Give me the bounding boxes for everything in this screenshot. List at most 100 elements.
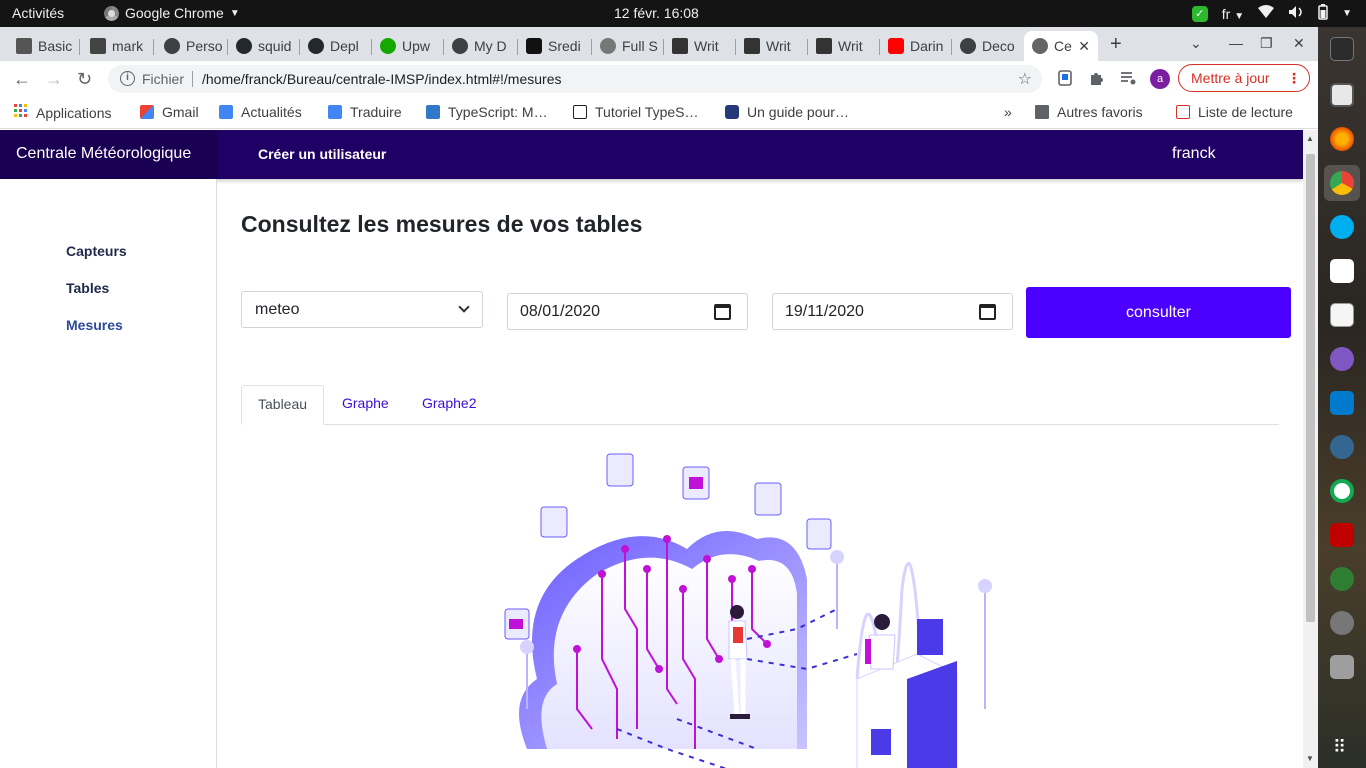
calendar-icon[interactable]: [714, 304, 731, 320]
language-indicator[interactable]: fr ▼: [1222, 6, 1244, 22]
bookmark-apps[interactable]: Applications: [14, 104, 112, 121]
document-app-icon[interactable]: [1330, 303, 1354, 327]
info-icon[interactable]: i: [120, 71, 135, 86]
tab-graphe[interactable]: Graphe: [326, 385, 405, 424]
app-brand[interactable]: Centrale Météorologique: [0, 130, 217, 179]
create-user-link[interactable]: Créer un utilisateur: [258, 146, 386, 162]
bookmark-translate[interactable]: Traduire: [328, 104, 402, 120]
scroll-down-icon[interactable]: ▼: [1306, 754, 1314, 763]
disk-app-icon[interactable]: [1330, 611, 1354, 635]
filezilla-app-icon[interactable]: [1330, 523, 1354, 547]
browser-tab[interactable]: Writ: [664, 31, 736, 61]
system-menu-caret-icon[interactable]: ▼: [1342, 8, 1352, 19]
back-arrow-icon[interactable]: ←: [13, 69, 31, 90]
url-text[interactable]: /home/franck/Bureau/centrale-IMSP/index.…: [202, 71, 562, 87]
date-from-input[interactable]: 08/01/2020: [507, 293, 748, 330]
reading-list[interactable]: Liste de lecture: [1176, 104, 1293, 120]
vscode-app-icon[interactable]: [1330, 391, 1354, 415]
browser-tab[interactable]: mark: [82, 31, 154, 61]
skype-app-icon[interactable]: [1330, 215, 1354, 239]
browser-tab[interactable]: Upw: [372, 31, 444, 61]
show-applications-icon[interactable]: ⠿: [1333, 737, 1346, 758]
new-tab-button[interactable]: +: [1110, 33, 1122, 56]
mongodb-app-icon[interactable]: [1330, 479, 1354, 503]
consult-button[interactable]: consulter: [1026, 287, 1291, 338]
close-tab-icon[interactable]: ✕: [1078, 38, 1090, 55]
bookmark-gmail[interactable]: Gmail: [140, 104, 199, 120]
app-menu-label: Google Chrome: [125, 5, 224, 21]
page-title: Consultez les mesures de vos tables: [241, 211, 643, 237]
user-menu[interactable]: franck: [1172, 145, 1216, 163]
bookmark-label: Un guide pour…: [747, 104, 849, 120]
bookmark-label: TypeScript: M…: [448, 104, 548, 120]
postgres-app-icon[interactable]: [1330, 435, 1354, 459]
firefox-app-icon[interactable]: [1330, 127, 1354, 151]
sidebar-item-capteurs[interactable]: Capteurs: [66, 243, 127, 259]
scroll-up-icon[interactable]: ▲: [1306, 134, 1314, 143]
browser-tab[interactable]: Writ: [808, 31, 880, 61]
other-bookmarks[interactable]: Autres favoris: [1035, 104, 1143, 120]
extension-icon[interactable]: [1056, 69, 1074, 87]
browser-tab[interactable]: Darin: [880, 31, 952, 61]
close-window-icon[interactable]: ✕: [1293, 35, 1305, 52]
tab-label: Writ: [694, 38, 719, 54]
puzzle-icon[interactable]: [1088, 69, 1106, 87]
tab-label: My D: [474, 38, 507, 54]
bookmark-guide[interactable]: Un guide pour…: [725, 104, 849, 120]
update-label: Mettre à jour: [1191, 70, 1270, 86]
scrollbar-thumb[interactable]: [1306, 154, 1315, 622]
tab-label: Ce: [1054, 38, 1072, 54]
profile-avatar[interactable]: a: [1150, 69, 1170, 89]
browser-tab[interactable]: squid: [228, 31, 300, 61]
news-icon: [219, 105, 233, 119]
browser-tab[interactable]: Full S: [592, 31, 664, 61]
tab-tableau[interactable]: Tableau: [241, 385, 325, 425]
page-scrollbar[interactable]: ▲ ▼: [1303, 130, 1318, 768]
terminal-app-icon[interactable]: [1330, 37, 1354, 61]
app-menu[interactable]: Google Chrome ▼: [104, 5, 240, 21]
restore-icon[interactable]: ❐: [1260, 35, 1273, 52]
tab-label: Depl: [330, 38, 359, 54]
chevron-down-icon: [458, 301, 470, 313]
hexagon-icon: [526, 38, 542, 54]
update-chrome-button[interactable]: Mettre à jour ⋮: [1178, 64, 1310, 92]
sidebar-item-mesures[interactable]: Mesures: [66, 317, 123, 333]
table-select[interactable]: meteo: [241, 291, 483, 328]
text-editor-app-icon[interactable]: [1330, 259, 1354, 283]
browser-tab[interactable]: Sredi: [518, 31, 592, 61]
tab-search-icon[interactable]: ⌄: [1190, 35, 1202, 52]
browser-tab[interactable]: Perso: [156, 31, 228, 61]
browser-tab[interactable]: Basic: [8, 31, 80, 61]
activities-button[interactable]: Activités: [12, 5, 64, 21]
web-page: Centrale Météorologique Créer un utilisa…: [0, 130, 1318, 768]
browser-tab[interactable]: My D: [444, 31, 518, 61]
reload-icon[interactable]: ↻: [77, 69, 92, 90]
shield-check-icon[interactable]: ✓: [1191, 5, 1208, 22]
bookmarks-overflow[interactable]: »: [1004, 104, 1012, 120]
calendar-icon[interactable]: [979, 304, 996, 320]
sidebar-item-tables[interactable]: Tables: [66, 280, 109, 296]
address-bar[interactable]: i Fichier /home/franck/Bureau/centrale-I…: [108, 65, 1042, 93]
browser-tab-active[interactable]: Ce ✕: [1024, 31, 1098, 61]
more-vert-icon: ⋮: [1287, 70, 1301, 86]
browser-tab[interactable]: Deco: [952, 31, 1024, 61]
chrome-app-icon[interactable]: [1330, 171, 1354, 195]
drive-app-icon[interactable]: [1330, 655, 1354, 679]
minimize-icon[interactable]: —: [1229, 35, 1243, 51]
tab-graphe2[interactable]: Graphe2: [406, 385, 492, 424]
files-app-icon[interactable]: [1330, 83, 1354, 107]
bookmark-news[interactable]: Actualités: [219, 104, 302, 120]
emacs-app-icon[interactable]: [1330, 347, 1354, 371]
bookmark-tutorial[interactable]: Tutoriel TypeS…: [573, 104, 699, 120]
system-clock[interactable]: 12 févr. 16:08: [614, 5, 699, 21]
media-control-icon[interactable]: [1119, 69, 1137, 87]
bookmark-typescript[interactable]: TypeScript: M…: [426, 104, 548, 120]
browser-tab[interactable]: Depl: [300, 31, 372, 61]
git-app-icon[interactable]: [1330, 567, 1354, 591]
tab-label: mark: [112, 38, 144, 54]
browser-tab[interactable]: Writ: [736, 31, 808, 61]
bookmark-star-icon[interactable]: ☆: [1018, 69, 1032, 89]
system-tray[interactable]: ✓ fr ▼ ▼: [1191, 4, 1352, 23]
date-to-input[interactable]: 19/11/2020: [772, 293, 1013, 330]
forward-arrow-icon[interactable]: →: [45, 69, 63, 90]
